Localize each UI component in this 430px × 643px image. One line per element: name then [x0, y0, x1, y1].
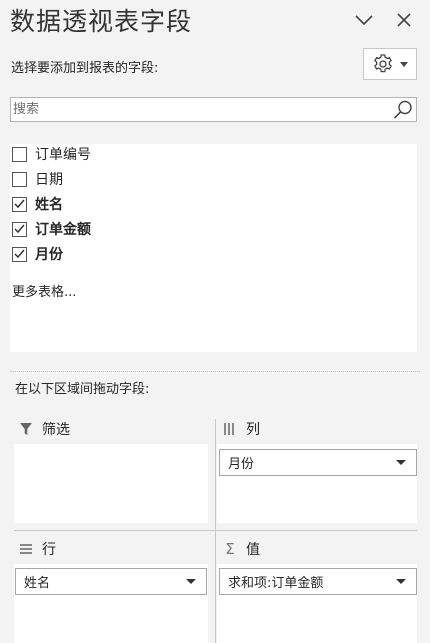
search-input[interactable] — [11, 98, 391, 121]
search-icon[interactable] — [393, 100, 413, 124]
filters-header: 筛选 — [19, 418, 70, 440]
field-item-date[interactable]: 日期 — [12, 168, 63, 190]
values-field-chip[interactable]: 求和项:订单金额 — [219, 568, 417, 595]
sigma-icon: Σ — [225, 540, 235, 558]
area-splitter-horizontal — [14, 530, 417, 531]
field-item-name[interactable]: 姓名 — [12, 193, 63, 215]
field-label: 订单金额 — [35, 222, 91, 238]
chip-label: 月份 — [228, 457, 255, 472]
collapse-button[interactable] — [351, 8, 377, 32]
checkbox[interactable] — [12, 146, 27, 162]
gear-icon — [374, 54, 392, 73]
rows-header: 行 — [19, 538, 56, 560]
columns-field-chip[interactable]: 月份 — [219, 449, 417, 476]
columns-icon — [223, 422, 237, 436]
area-splitter-vertical — [215, 419, 216, 643]
drag-areas-label: 在以下区域间拖动字段: — [15, 382, 150, 397]
values-header: Σ 值 — [223, 538, 260, 560]
field-label: 姓名 — [35, 197, 63, 213]
rows-label: 行 — [42, 542, 56, 558]
page-title: 数据透视表字段 — [10, 7, 193, 36]
chip-label: 姓名 — [24, 576, 51, 591]
search-box — [10, 97, 417, 122]
columns-header: 列 — [223, 418, 260, 440]
filters-area[interactable] — [14, 444, 208, 523]
filter-icon — [19, 422, 33, 436]
field-label: 订单编号 — [35, 147, 91, 163]
dropdown-caret-icon — [400, 61, 408, 67]
rows-field-chip[interactable]: 姓名 — [15, 568, 207, 595]
close-button[interactable] — [391, 8, 417, 32]
chip-label: 求和项:订单金额 — [228, 576, 324, 591]
checkmark-icon — [14, 224, 25, 234]
field-list: 订单编号 日期 姓名 订单金额 月份 更多表格... — [10, 144, 417, 352]
panel-subtitle: 选择要添加到报表的字段: — [11, 61, 159, 76]
checkmark-icon — [14, 249, 25, 259]
field-item-month[interactable]: 月份 — [12, 243, 63, 265]
checkbox-checked[interactable] — [12, 246, 27, 262]
checkbox[interactable] — [12, 171, 27, 187]
field-item-order-amount[interactable]: 订单金额 — [12, 218, 91, 240]
close-icon — [397, 13, 411, 27]
columns-label: 列 — [246, 422, 260, 438]
checkbox-checked[interactable] — [12, 196, 27, 212]
field-item-order-id[interactable]: 订单编号 — [12, 143, 91, 165]
field-label: 月份 — [35, 247, 63, 263]
dropdown-arrow-icon[interactable] — [396, 579, 406, 584]
checkmark-icon — [14, 199, 25, 209]
checkbox-checked[interactable] — [12, 221, 27, 237]
settings-button[interactable] — [363, 48, 417, 80]
chevron-down-icon — [355, 15, 373, 25]
values-label: 值 — [246, 542, 260, 558]
field-label: 日期 — [35, 172, 63, 188]
section-divider — [10, 371, 420, 372]
dropdown-arrow-icon[interactable] — [186, 579, 196, 584]
more-tables-link[interactable]: 更多表格... — [12, 281, 76, 300]
filters-label: 筛选 — [42, 422, 70, 438]
rows-icon — [19, 542, 33, 556]
dropdown-arrow-icon[interactable] — [396, 460, 406, 465]
